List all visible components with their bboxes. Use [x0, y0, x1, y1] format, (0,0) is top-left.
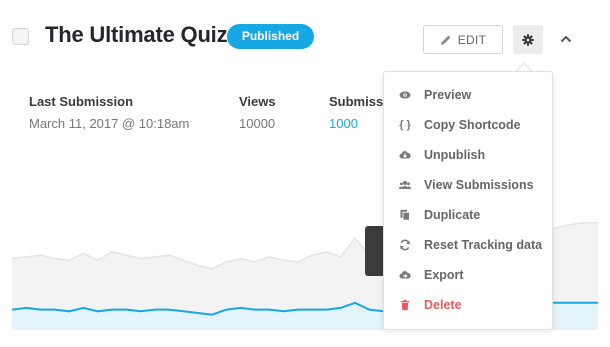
- views-value: 10000: [239, 116, 276, 131]
- last-submission-label: Last Submission: [29, 94, 134, 109]
- settings-menu: Preview { } Copy Shortcode Unpublish Vie…: [383, 71, 553, 330]
- submissions-label: Submissi: [329, 94, 384, 109]
- menu-item-unpublish[interactable]: Unpublish: [384, 140, 554, 170]
- quiz-title: The Ultimate Quiz: [45, 22, 228, 47]
- cloud-export-icon: [398, 269, 412, 281]
- chevron-up-icon: [560, 35, 572, 43]
- menu-item-label: View Submissions: [424, 178, 534, 192]
- submissions-value: 1000: [329, 116, 358, 131]
- menu-item-preview[interactable]: Preview: [384, 80, 554, 110]
- menu-item-copy-shortcode[interactable]: { } Copy Shortcode: [384, 110, 554, 140]
- views-label: Views: [239, 94, 276, 109]
- select-quiz-checkbox[interactable]: [12, 28, 29, 45]
- gear-icon: [522, 33, 534, 46]
- menu-item-label: Duplicate: [424, 208, 481, 222]
- cloud-download-icon: [398, 149, 412, 161]
- menu-item-label: Copy Shortcode: [424, 118, 521, 132]
- menu-item-label: Delete: [424, 298, 462, 312]
- menu-item-delete[interactable]: Delete: [384, 290, 554, 320]
- menu-item-reset-tracking[interactable]: Reset Tracking data: [384, 230, 554, 260]
- edit-button[interactable]: EDIT: [423, 25, 503, 54]
- menu-item-duplicate[interactable]: Duplicate: [384, 200, 554, 230]
- menu-item-label: Preview: [424, 88, 472, 102]
- eye-icon: [398, 89, 412, 101]
- pencil-icon: [440, 34, 452, 46]
- users-icon: [398, 179, 412, 191]
- edit-button-label: EDIT: [457, 32, 487, 47]
- menu-item-label: Unpublish: [424, 148, 486, 162]
- menu-item-label: Export: [424, 268, 464, 282]
- settings-button[interactable]: [513, 25, 543, 54]
- menu-item-export[interactable]: Export: [384, 260, 554, 290]
- copy-icon: [398, 209, 412, 221]
- refresh-icon: [398, 239, 412, 251]
- menu-item-label: Reset Tracking data: [424, 238, 543, 252]
- braces-icon: { }: [399, 119, 411, 131]
- menu-item-view-submissions[interactable]: View Submissions: [384, 170, 554, 200]
- collapse-button[interactable]: [557, 31, 575, 47]
- last-submission-value: March 11, 2017 @ 10:18am: [29, 116, 190, 131]
- trash-icon: [398, 299, 412, 311]
- status-badge: Published: [227, 24, 314, 49]
